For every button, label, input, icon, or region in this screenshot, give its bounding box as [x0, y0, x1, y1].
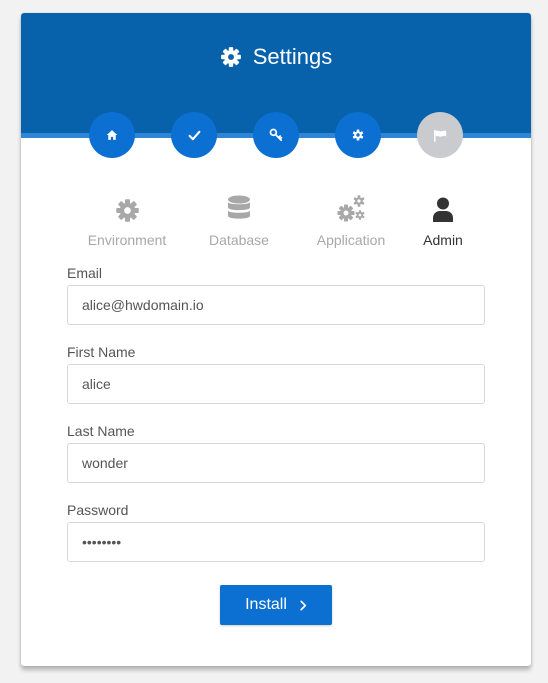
user-icon	[433, 197, 453, 222]
tab-database[interactable]: Database	[179, 193, 299, 248]
password-input[interactable]	[67, 522, 485, 562]
step-key[interactable]	[253, 112, 299, 158]
page-title-text: Settings	[252, 44, 333, 69]
tab-label: Admin	[423, 232, 463, 248]
database-icon	[228, 195, 250, 219]
step-gear[interactable]	[335, 112, 381, 158]
gear-icon	[115, 199, 139, 222]
key-icon	[269, 128, 283, 142]
tab-admin[interactable]: Admin	[383, 193, 503, 248]
password-label: Password	[67, 502, 129, 518]
first-name-input[interactable]	[67, 364, 485, 404]
email-input[interactable]	[67, 285, 485, 325]
tab-label: Application	[316, 232, 386, 248]
step-home[interactable]	[89, 112, 135, 158]
gear-icon	[352, 129, 364, 141]
flag-icon	[433, 129, 446, 142]
chevron-right-icon	[300, 600, 307, 610]
step-flag[interactable]	[417, 112, 463, 158]
tab-label: Database	[209, 232, 269, 248]
page-title: Settings	[21, 44, 531, 70]
home-icon	[106, 130, 118, 140]
step-check[interactable]	[171, 112, 217, 158]
email-label: Email	[67, 265, 103, 281]
tab-environment[interactable]: Environment	[67, 193, 187, 248]
install-button-label: Install	[245, 596, 287, 613]
last-name-input[interactable]	[67, 443, 485, 483]
install-button[interactable]: Install	[220, 585, 332, 625]
tab-label: Environment	[87, 232, 167, 248]
settings-card: Settings Environment Database Applicatio…	[21, 13, 531, 666]
check-icon	[188, 130, 200, 140]
last-name-label: Last Name	[67, 423, 135, 439]
gears-icon	[337, 195, 365, 222]
gear-icon	[220, 47, 241, 67]
first-name-label: First Name	[67, 344, 136, 360]
